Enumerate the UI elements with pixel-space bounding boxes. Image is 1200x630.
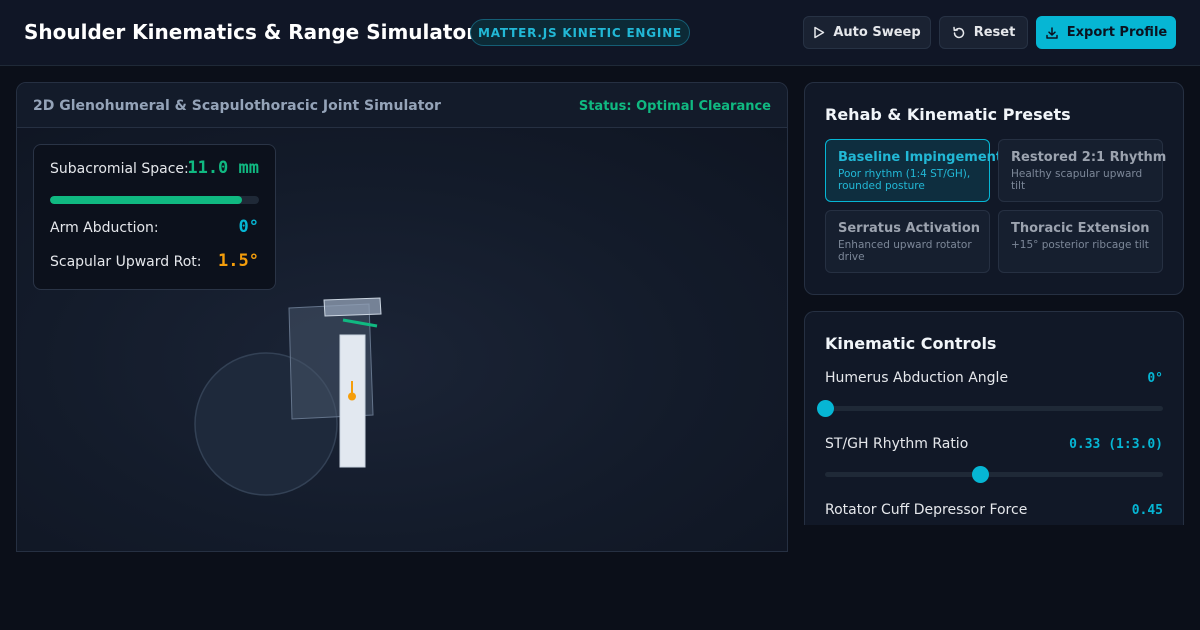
auto-sweep-label: Auto Sweep [833,25,921,40]
simulator-panel: 2D Glenohumeral & Scapulothoracic Joint … [16,82,788,552]
app-header: Shoulder Kinematics & Range Simulator MA… [0,0,1200,66]
scapular-rotation-row: Scapular Upward Rot: 1.5° [50,251,259,275]
abduction-angle-thumb[interactable] [817,400,834,417]
presets-panel: Rehab & Kinematic Presets Baseline Impin… [804,82,1184,295]
presets-title: Rehab & Kinematic Presets [825,105,1071,124]
download-icon [1045,26,1059,40]
abduction-value: 0° [238,217,259,237]
play-icon [813,26,825,39]
preset-serratus-activation[interactable]: Serratus Activation Enhanced upward rota… [825,210,990,273]
simulator-header: 2D Glenohumeral & Scapulothoracic Joint … [17,83,787,128]
rhythm-ratio-value: 0.33 (1:3.0) [1069,437,1163,452]
auto-sweep-button[interactable]: Auto Sweep [803,16,931,49]
readout-card: Subacromial Space: 11.0 mm Arm Abduction… [33,144,276,290]
abduction-angle-slider[interactable] [817,400,1163,417]
preset-description: Enhanced upward rotator drive [838,239,972,263]
abduction-row: Arm Abduction: 0° [50,217,259,241]
subacromial-label: Subacromial Space: [50,161,189,177]
subacromial-bar [50,196,259,204]
status-text: Status: Optimal Clearance [578,99,771,114]
preset-name: Restored 2:1 Rhythm [1011,150,1167,165]
preset-name: Serratus Activation [838,221,981,236]
reset-label: Reset [973,25,1016,40]
preset-description: Poor rhythm (1:4 ST/GH), rounded posture [838,168,971,192]
rhythm-ratio-slider[interactable] [825,466,1163,483]
abduction-label: Arm Abduction: [50,220,159,236]
preset-description: Healthy scapular upward tilt [1011,168,1143,192]
rotate-ccw-icon [952,26,966,40]
preset-name: Baseline Impingement [838,150,1003,165]
controls-title: Kinematic Controls [825,334,997,353]
depressor-force-label: Rotator Cuff Depressor Force [825,502,1028,518]
preset-thoracic-extension[interactable]: Thoracic Extension +15° posterior ribcag… [998,210,1163,273]
abduction-angle-label: Humerus Abduction Angle [825,370,1009,386]
export-profile-label: Export Profile [1066,25,1168,40]
acromion [323,297,382,317]
reset-button[interactable]: Reset [939,16,1028,49]
scapular-rotation-value: 1.5° [218,251,259,271]
humerus [339,334,366,468]
abduction-angle-value: 0° [1147,371,1163,386]
subacromial-row: Subacromial Space: 11.0 mm [50,158,259,182]
depressor-force-value: 0.45 [1131,503,1163,518]
engine-badge: MATTER.JS KINETIC ENGINE [470,19,690,46]
subacromial-bar-fill [50,196,243,204]
simulator-title: 2D Glenohumeral & Scapulothoracic Joint … [33,98,441,114]
preset-restored-rhythm[interactable]: Restored 2:1 Rhythm Healthy scapular upw… [998,139,1167,202]
app-title: Shoulder Kinematics & Range Simulator [24,20,477,44]
joint-center [348,392,356,401]
simulation-canvas[interactable]: Subacromial Space: 11.0 mm Arm Abduction… [17,128,787,551]
scapular-rotation-label: Scapular Upward Rot: [50,254,202,270]
preset-description: +15° posterior ribcage tilt [1011,239,1149,251]
export-profile-button[interactable]: Export Profile [1036,16,1176,49]
rhythm-ratio-thumb[interactable] [972,466,990,483]
preset-baseline-impingement[interactable]: Baseline Impingement Poor rhythm (1:4 ST… [825,139,1003,202]
controls-panel: Kinematic Controls Humerus Abduction Ang… [804,311,1184,525]
subacromial-value: 11.0 mm [187,158,259,178]
rhythm-ratio-label: ST/GH Rhythm Ratio [825,436,969,452]
preset-name: Thoracic Extension [1011,221,1150,236]
